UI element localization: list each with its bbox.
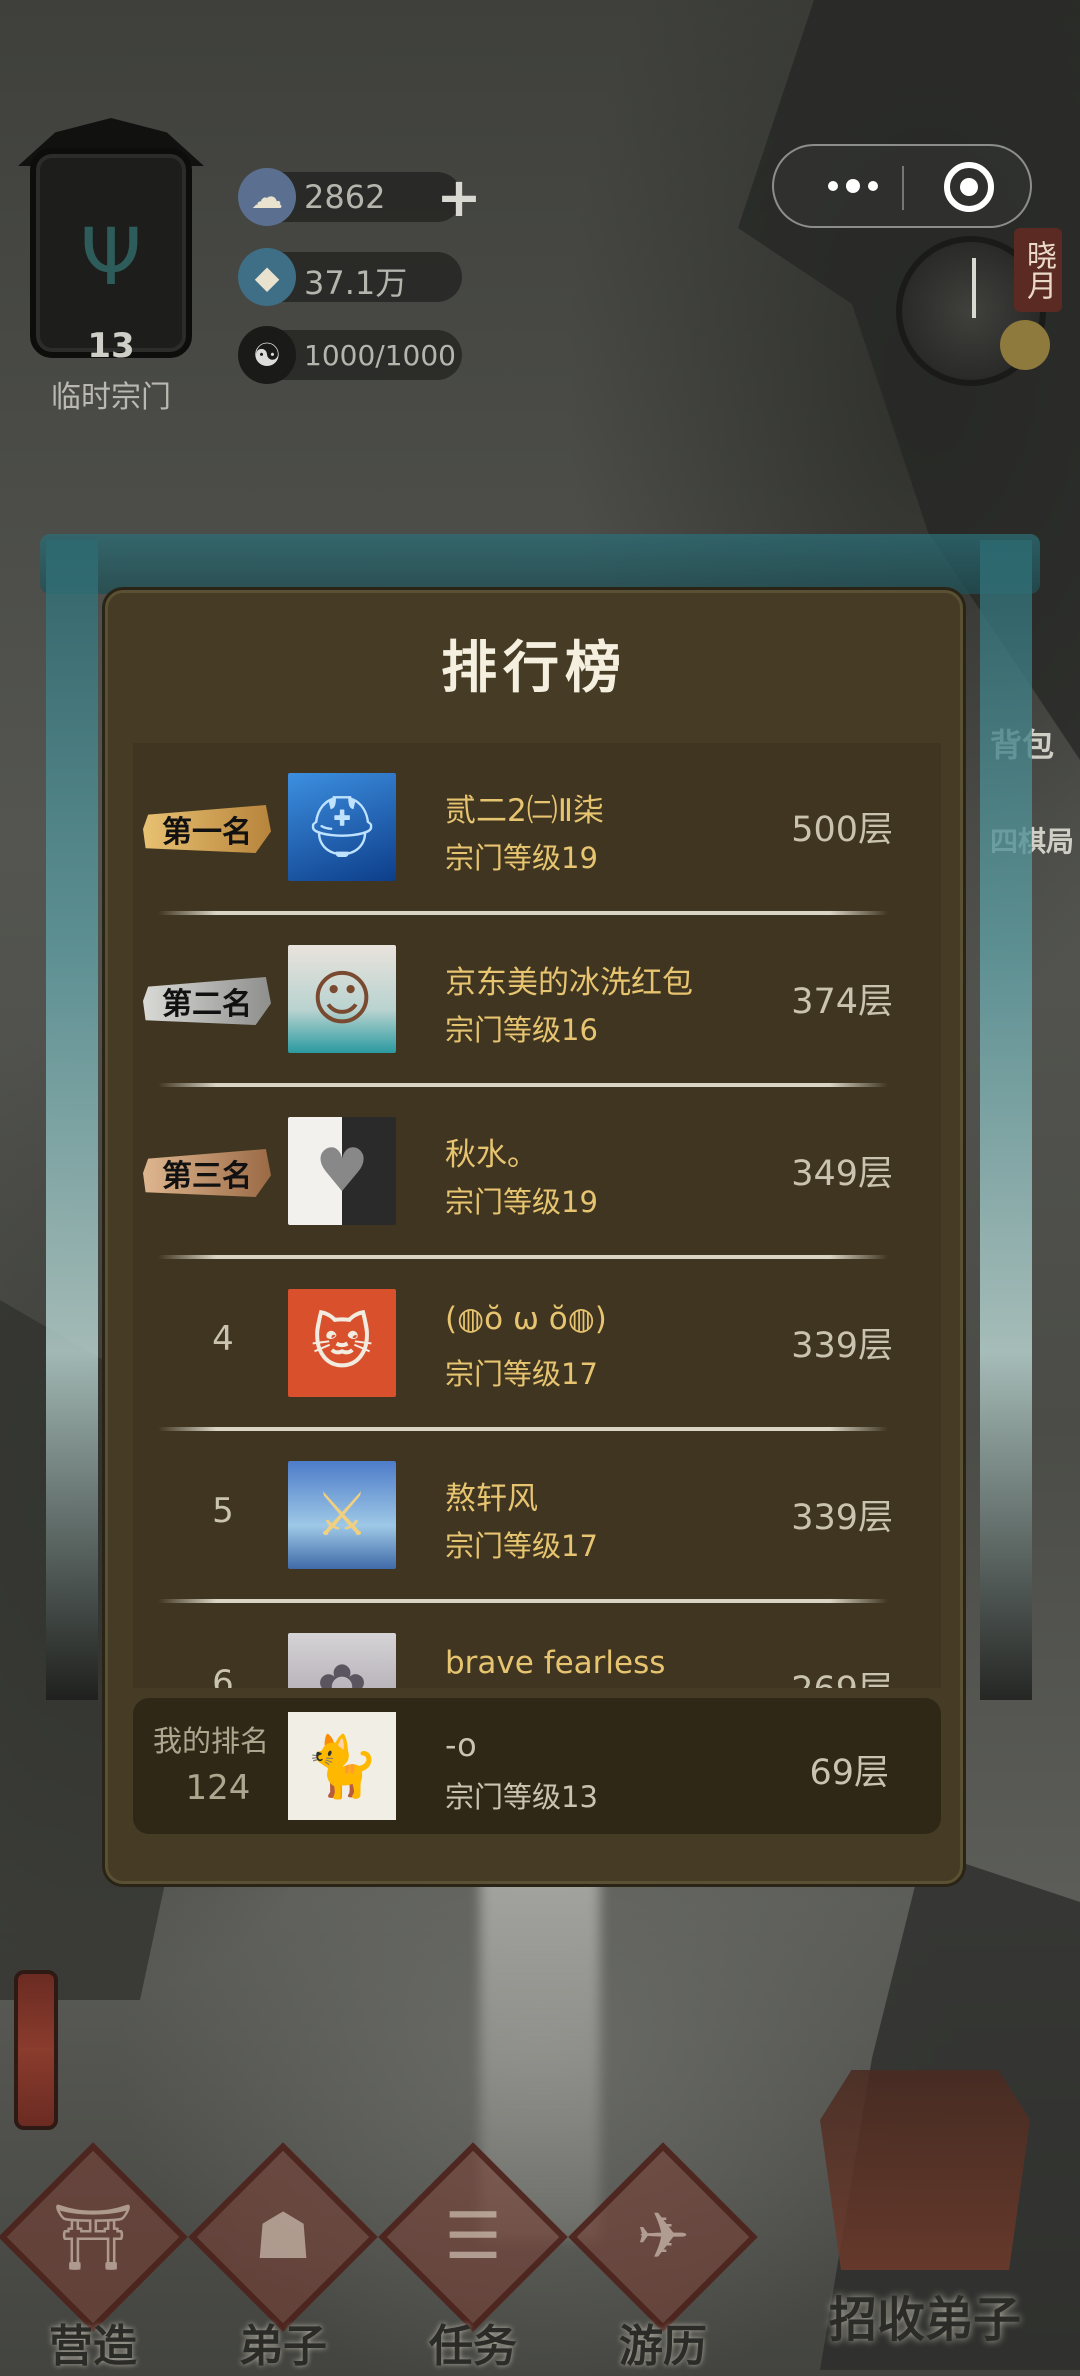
rank-number: 6 (212, 1663, 234, 1688)
my-sect-level: 宗门等级13 (445, 1780, 598, 1814)
resource-spirit-stones[interactable]: ◆ 37.1万 (238, 248, 462, 306)
sect-name: 临时宗门 (51, 380, 171, 415)
nav-item-tasks[interactable]: ☰ 任务 (378, 2142, 568, 2372)
scroll-item-button[interactable] (14, 1970, 58, 2130)
resource-value: 37.1万 (304, 264, 408, 302)
player-avatar: ☺ (288, 945, 396, 1053)
nav-item-build[interactable]: ⛩ 营造 (0, 2142, 188, 2372)
player-avatar: ⚔ (288, 1461, 396, 1569)
sect-emblem-icon: Ψ (80, 213, 142, 303)
player-floors: 500层 (791, 810, 893, 850)
player-name: brave fearless (445, 1645, 666, 1681)
player-avatar: ♥ (288, 1117, 396, 1225)
sect-level: 13 (87, 326, 135, 366)
yin-yang-icon: ☯ (238, 326, 296, 384)
nav-label: 弟子 (239, 2321, 327, 2372)
rank-number: 5 (212, 1491, 234, 1531)
player-sect-level: 宗门等级19 (445, 841, 598, 875)
player-name: 秋水。 (445, 1137, 538, 1173)
player-floors: 349层 (791, 1154, 893, 1194)
scroll-icon: ☰ (444, 2200, 502, 2274)
miniprogram-capsule (772, 144, 1032, 228)
time-of-day-tag: 晓月 (1014, 228, 1062, 312)
nav-label: 游历 (619, 2321, 707, 2372)
leaderboard-row[interactable]: 6 ✿ brave fearless 269层 (133, 1603, 941, 1688)
player-floors: 374层 (791, 982, 893, 1022)
rank-badge-second: 第二名 (143, 977, 271, 1025)
leaderboard-list[interactable]: 第一名 ⛑ 贰二2㈡Ⅱ柒 宗门等级19 500层 第二名 ☺ 京东美的冰洗红包 … (133, 743, 941, 1688)
nav-item-disciples[interactable]: ☗ 弟子 (188, 2142, 378, 2372)
resource-value: 2862 (304, 178, 386, 216)
gate-icon (820, 2070, 1030, 2270)
resource-value: 1000/1000 (304, 339, 456, 372)
add-coins-button[interactable]: + (428, 166, 490, 229)
helmet-avatar-icon: ⛑ (303, 792, 381, 862)
cat-avatar-icon: 🐱 (310, 1308, 374, 1378)
sect-crest[interactable]: Ψ 13 临时宗门 (18, 118, 204, 418)
rank-number: 4 (212, 1319, 234, 1359)
leaderboard-row[interactable]: 第二名 ☺ 京东美的冰洗红包 宗门等级16 374层 (133, 915, 941, 1087)
close-miniprogram-button[interactable] (944, 162, 994, 212)
recruit-label: 招收弟子 (828, 2292, 1021, 2348)
cat-sketch-avatar-icon: 🐈 (304, 1731, 380, 1802)
rank-badge-first: 第一名 (143, 805, 271, 853)
my-name: -o (445, 1726, 477, 1764)
player-floors: 339层 (791, 1326, 893, 1366)
couple-photo-avatar-icon: ♥ (315, 1136, 369, 1206)
child-photo-avatar-icon: ☺ (310, 964, 374, 1034)
leaderboard-row[interactable]: 5 ⚔ 熬轩风 宗门等级17 339层 (133, 1431, 941, 1603)
panel-frame-top (40, 534, 1040, 594)
panel-frame-pillar (980, 540, 1032, 1700)
anime-avatar-icon: ✿ (316, 1652, 368, 1688)
nav-item-travel[interactable]: ✈ 游历 (568, 2142, 758, 2372)
leaderboard-row[interactable]: 4 🐱 (◍ŏ ω ŏ◍) 宗门等级17 339层 (133, 1259, 941, 1431)
sun-icon (1000, 320, 1050, 370)
player-sect-level: 宗门等级17 (445, 1357, 598, 1391)
leaderboard-panel: 排行榜 第一名 ⛑ 贰二2㈡Ⅱ柒 宗门等级19 500层 第二名 ☺ 京东美的冰… (105, 590, 963, 1884)
more-menu-button[interactable] (808, 146, 898, 226)
player-avatar: ⛑ (288, 773, 396, 881)
building-icon: ⛩ (52, 2201, 134, 2275)
player-sect-level: 宗门等级19 (445, 1185, 598, 1219)
recruit-disciples-button[interactable]: 招收弟子 (790, 2070, 1060, 2360)
leaderboard-row[interactable]: 第三名 ♥ 秋水。 宗门等级19 349层 (133, 1087, 941, 1259)
capsule-divider (902, 166, 904, 210)
player-floors: 269层 (791, 1661, 893, 1688)
player-name: 贰二2㈡Ⅱ柒 (445, 793, 604, 829)
player-name: 熬轩风 (445, 1481, 538, 1517)
my-rank-number: 124 (185, 1768, 251, 1808)
leaderboard-row[interactable]: 第一名 ⛑ 贰二2㈡Ⅱ柒 宗门等级19 500层 (133, 743, 941, 915)
player-sect-level: 宗门等级16 (445, 1013, 598, 1047)
disciple-icon: ☗ (254, 2200, 312, 2274)
cloud-coin-icon: ☁ (238, 168, 296, 226)
my-rank-label: 我的排名 (153, 1724, 270, 1758)
player-floors: 339层 (791, 1498, 893, 1538)
rank-badge-third: 第三名 (143, 1149, 271, 1197)
leaderboard-title: 排行榜 (441, 635, 627, 701)
player-name: 京东美的冰洗红包 (445, 965, 693, 1001)
player-avatar: ✿ (288, 1633, 396, 1688)
panel-frame-pillar (46, 540, 98, 1700)
nav-label: 任务 (429, 2321, 517, 2372)
game-character-avatar-icon: ⚔ (315, 1480, 369, 1550)
spirit-stone-icon: ◆ (238, 248, 296, 306)
nav-label: 营造 (49, 2321, 137, 2372)
my-rank-bar[interactable]: 我的排名 124 🐈 -o 宗门等级13 69层 (133, 1698, 941, 1834)
my-floors: 69层 (809, 1753, 889, 1793)
resource-coins[interactable]: ☁ 2862 + (238, 166, 482, 229)
my-avatar: 🐈 (288, 1712, 396, 1820)
travel-icon: ✈ (636, 2200, 690, 2274)
player-avatar: 🐱 (288, 1289, 396, 1397)
player-sect-level: 宗门等级17 (445, 1529, 598, 1563)
player-name: (◍ŏ ω ŏ◍) (445, 1301, 607, 1337)
resource-energy[interactable]: ☯ 1000/1000 (238, 326, 462, 384)
